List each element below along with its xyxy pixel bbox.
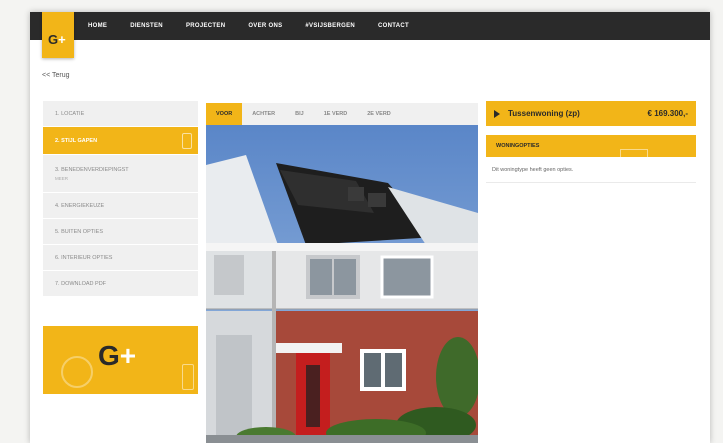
step-energiekeuze[interactable]: 4. ENERGIEKEUZE [43, 193, 198, 219]
nav-item-contact[interactable]: CONTACT [378, 23, 409, 29]
nav-item-projecten[interactable]: PROJECTEN [186, 23, 225, 29]
woningopties-title: WONINGOPTIES [496, 143, 540, 149]
step-benedenverdieping[interactable]: 3. BENEDENVERDIEPINGST MEER [43, 155, 198, 193]
nav-item-diensten[interactable]: DIENSTEN [130, 23, 163, 29]
step-locatie[interactable]: 1. LOCATIE [43, 101, 198, 127]
step-interieur-opties[interactable]: 6. INTERIEUR OPTIES [43, 245, 198, 271]
woningopties-header: WONINGOPTIES [486, 135, 696, 161]
step-sublabel: MEER [55, 175, 69, 181]
logo-text: G+ [48, 32, 66, 47]
woningopties-text: Dit woningtype heeft geen opties. [492, 167, 574, 173]
phone-deco-icon [182, 364, 194, 390]
phone-deco-icon [182, 133, 192, 149]
step-label: 6. INTERIEUR OPTIES [55, 254, 113, 261]
site-logo[interactable]: G+ [42, 12, 74, 58]
configurator-steps: 1. LOCATIE 2. STIJL GAPEN 3. BENEDENVERD… [43, 101, 198, 297]
logo-plus: + [58, 32, 66, 47]
step-label: 5. BUITEN OPTIES [55, 228, 103, 235]
main-menu: HOME DIENSTEN PROJECTEN OVER ONS #VSIJSB… [88, 12, 432, 40]
step-stijl[interactable]: 2. STIJL GAPEN [43, 127, 198, 155]
step-label: 4. ENERGIEKEUZE [55, 202, 105, 209]
tab-2e-verd[interactable]: 2E VERD [357, 103, 401, 125]
nav-item-vsijsbergen[interactable]: #VSIJSBERGEN [305, 23, 355, 29]
price-value: € 169.300,- [647, 109, 688, 118]
step-label: 1. LOCATIE [55, 110, 85, 117]
step-buiten-opties[interactable]: 5. BUITEN OPTIES [43, 219, 198, 245]
step-label: 2. STIJL GAPEN [55, 137, 98, 144]
play-triangle-icon [494, 109, 500, 118]
top-navigation-bar: G+ HOME DIENSTEN PROJECTEN OVER ONS #VSI… [30, 12, 710, 58]
house-render-image [206, 125, 478, 443]
promo-logo: G+ [98, 340, 136, 372]
step-label: 3. BENEDENVERDIEPINGST [55, 166, 129, 173]
house-illustration [206, 125, 478, 443]
tab-voor[interactable]: VOOR [206, 103, 243, 125]
tab-achter[interactable]: ACHTER [242, 103, 285, 125]
contact-promo-block[interactable]: G+ [43, 326, 198, 394]
phone-icon [61, 356, 93, 388]
step-download-pdf[interactable]: 7. DOWNLOAD PDF [43, 271, 198, 297]
step-label: 7. DOWNLOAD PDF [55, 280, 107, 287]
browser-page: G+ HOME DIENSTEN PROJECTEN OVER ONS #VSI… [30, 12, 710, 443]
price-left: Tussenwoning (zp) [494, 109, 580, 118]
logo-letter: G [48, 32, 59, 47]
nav-item-home[interactable]: HOME [88, 23, 107, 29]
price-bar[interactable]: Tussenwoning (zp) € 169.300,- [486, 101, 696, 126]
view-tabs: VOOR ACHTER BIJ 1E VERD 2E VERD [206, 103, 478, 125]
promo-letter: G [98, 340, 120, 371]
divider [486, 182, 696, 183]
back-link[interactable]: << Terug [42, 72, 70, 79]
tab-1e-verd[interactable]: 1E VERD [314, 103, 358, 125]
nav-item-over-ons[interactable]: OVER ONS [248, 23, 282, 29]
promo-plus: + [119, 340, 137, 371]
deco-shape-icon [620, 149, 648, 161]
house-type-title: Tussenwoning (zp) [508, 109, 580, 118]
tab-bij[interactable]: BIJ [285, 103, 314, 125]
